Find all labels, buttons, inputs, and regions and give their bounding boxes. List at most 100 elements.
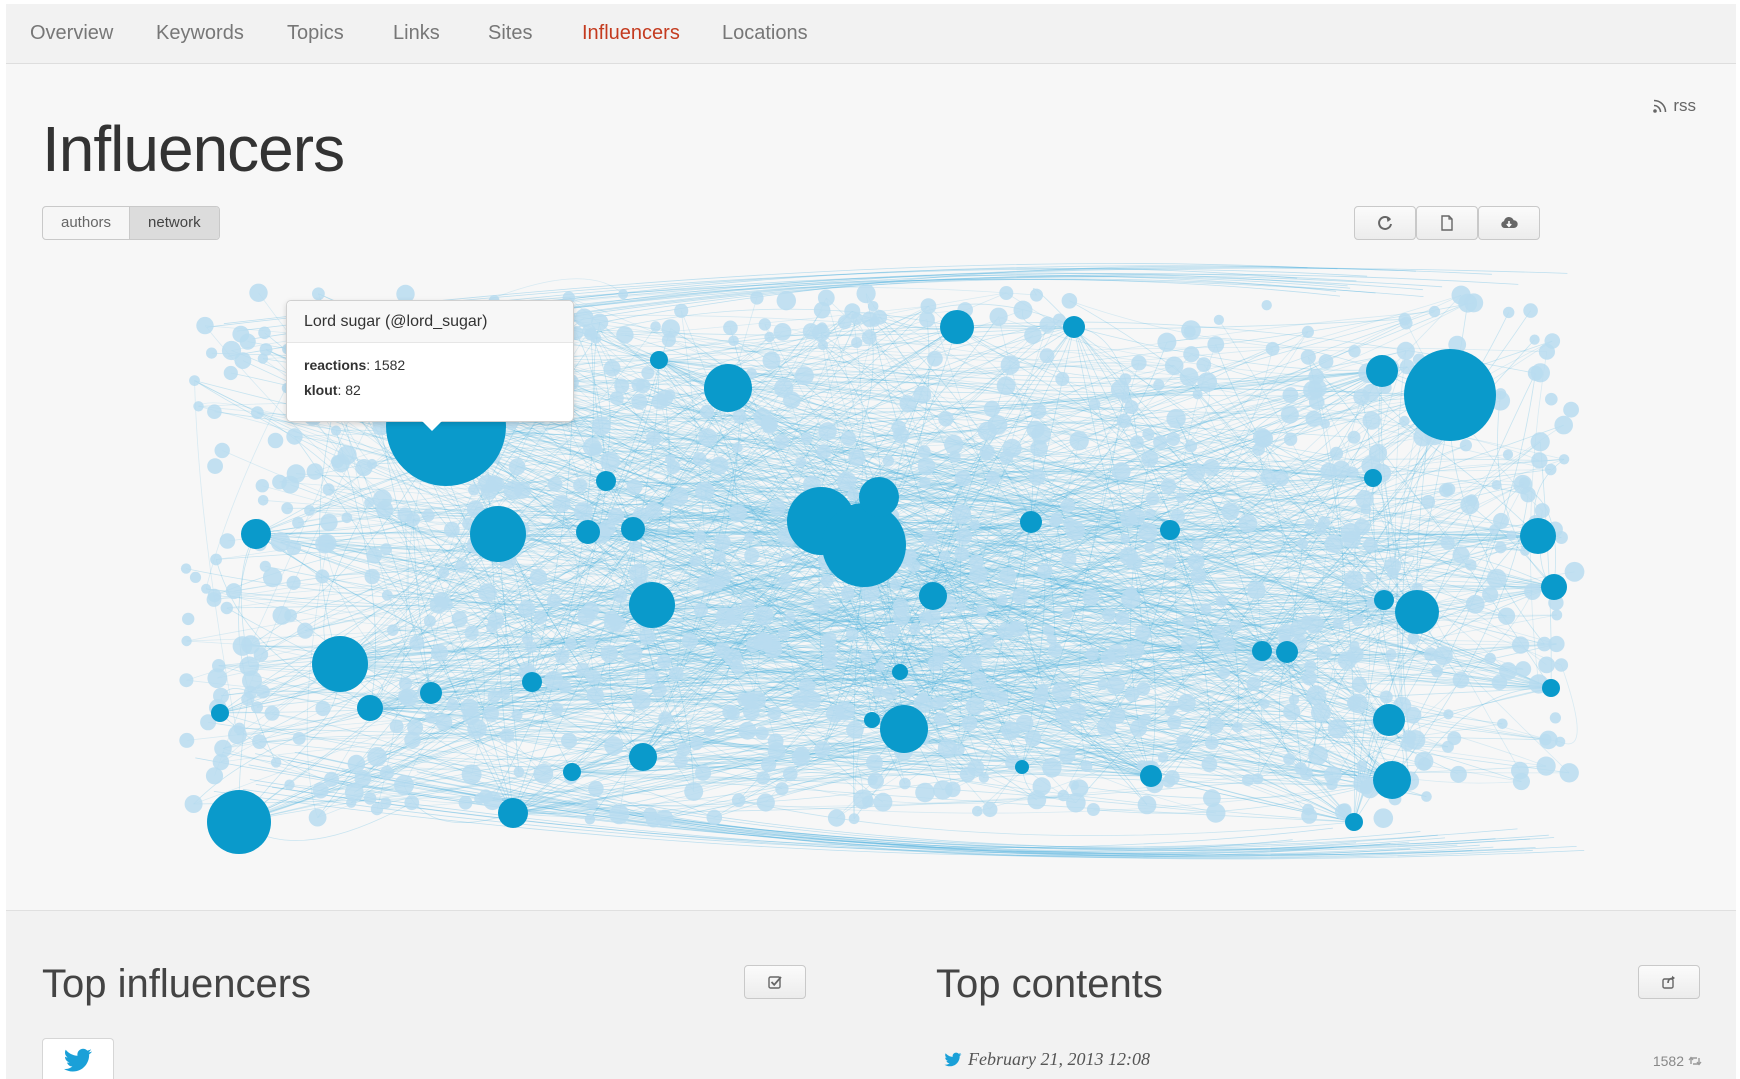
graph-node-minor[interactable] (768, 706, 782, 720)
graph-node-minor[interactable] (1316, 645, 1332, 660)
graph-node-minor[interactable] (909, 623, 921, 635)
graph-node-influencer[interactable] (919, 582, 947, 610)
graph-node-minor[interactable] (586, 686, 604, 704)
graph-node-influencer[interactable] (1374, 590, 1394, 610)
graph-node-minor[interactable] (586, 669, 601, 685)
graph-node-minor[interactable] (1211, 625, 1226, 640)
graph-node-minor[interactable] (1252, 773, 1264, 785)
graph-node-minor[interactable] (389, 719, 404, 734)
graph-node-minor[interactable] (1086, 803, 1100, 816)
graph-node-minor[interactable] (1028, 468, 1046, 486)
graph-node-minor[interactable] (582, 437, 602, 457)
graph-node-minor[interactable] (1502, 449, 1514, 460)
graph-node-minor[interactable] (1116, 413, 1132, 429)
graph-node-minor[interactable] (939, 550, 951, 562)
graph-node-minor[interactable] (1012, 587, 1029, 605)
graph-node-minor[interactable] (451, 611, 468, 628)
graph-node-minor[interactable] (1137, 795, 1157, 815)
graph-node-minor[interactable] (1032, 688, 1050, 705)
graph-node-minor[interactable] (723, 320, 738, 336)
graph-node-minor[interactable] (1247, 581, 1266, 599)
graph-node-influencer[interactable] (892, 664, 908, 680)
graph-node-minor[interactable] (1206, 803, 1226, 823)
graph-node-influencer[interactable] (357, 695, 383, 721)
graph-node-minor[interactable] (976, 605, 988, 617)
graph-node-influencer[interactable] (621, 517, 645, 541)
graph-node-minor[interactable] (1360, 503, 1372, 515)
graph-node-minor[interactable] (281, 475, 300, 494)
graph-node-minor[interactable] (604, 736, 624, 756)
graph-node-minor[interactable] (1181, 636, 1198, 653)
graph-node-minor[interactable] (875, 662, 886, 672)
graph-node-minor[interactable] (1559, 763, 1579, 783)
graph-node-minor[interactable] (1229, 619, 1242, 632)
graph-node-minor[interactable] (1000, 355, 1020, 375)
graph-node-minor[interactable] (1524, 583, 1541, 600)
graph-node-minor[interactable] (609, 804, 630, 825)
graph-node-minor[interactable] (1055, 372, 1070, 387)
graph-node-minor[interactable] (1128, 508, 1146, 526)
graph-node-minor[interactable] (673, 753, 688, 768)
graph-node-minor[interactable] (1135, 625, 1151, 642)
graph-node-minor[interactable] (1119, 373, 1132, 385)
graph-node-minor[interactable] (613, 589, 628, 603)
graph-node-minor[interactable] (644, 669, 659, 684)
nav-item-overview[interactable]: Overview (30, 22, 113, 45)
graph-node-minor[interactable] (1181, 320, 1201, 340)
graph-node-influencer[interactable] (629, 743, 657, 771)
graph-node-minor[interactable] (753, 408, 772, 427)
graph-node-minor[interactable] (899, 777, 911, 790)
graph-node-minor[interactable] (1332, 460, 1351, 479)
graph-node-minor[interactable] (755, 726, 769, 740)
graph-node-minor[interactable] (407, 719, 424, 736)
graph-node-minor[interactable] (607, 507, 625, 525)
refresh-button[interactable] (1354, 206, 1416, 240)
graph-node-minor[interactable] (1037, 563, 1053, 579)
graph-node-minor[interactable] (1246, 676, 1261, 691)
graph-node-minor[interactable] (775, 782, 789, 796)
graph-node-minor[interactable] (423, 615, 436, 628)
graph-node-minor[interactable] (861, 311, 878, 328)
graph-node-minor[interactable] (1232, 722, 1243, 733)
graph-node-minor[interactable] (917, 457, 936, 476)
graph-node-minor[interactable] (814, 741, 831, 758)
graph-node-minor[interactable] (1157, 752, 1169, 763)
graph-node-minor[interactable] (626, 479, 643, 495)
graph-node-minor[interactable] (1061, 293, 1078, 309)
graph-node-minor[interactable] (1554, 531, 1568, 544)
graph-node-minor[interactable] (658, 711, 673, 726)
graph-node-minor[interactable] (257, 495, 269, 506)
graph-node-minor[interactable] (641, 366, 655, 380)
graph-node-minor[interactable] (1085, 647, 1099, 661)
graph-node-minor[interactable] (785, 612, 796, 623)
graph-node-minor[interactable] (1499, 662, 1518, 681)
graph-node-minor[interactable] (233, 722, 246, 735)
graph-node-minor[interactable] (1417, 757, 1431, 771)
graph-node-minor[interactable] (1320, 418, 1330, 429)
graph-node-minor[interactable] (934, 712, 948, 726)
export-document-button[interactable] (1416, 206, 1478, 240)
graph-node-minor[interactable] (769, 499, 786, 516)
graph-node-minor[interactable] (1460, 495, 1480, 515)
graph-node-minor[interactable] (508, 458, 526, 476)
graph-node-minor[interactable] (724, 648, 742, 667)
graph-node-minor[interactable] (722, 704, 738, 720)
graph-node-minor[interactable] (438, 567, 450, 579)
graph-node-minor[interactable] (1337, 651, 1357, 670)
graph-node-minor[interactable] (1061, 607, 1073, 619)
graph-node-minor[interactable] (366, 458, 378, 470)
graph-node-minor[interactable] (1061, 551, 1077, 567)
graph-node-minor[interactable] (776, 291, 796, 311)
graph-node-minor[interactable] (1564, 561, 1585, 582)
graph-node-influencer[interactable] (1373, 704, 1405, 736)
graph-node-minor[interactable] (1207, 336, 1225, 353)
view-option-authors[interactable]: authors (43, 207, 129, 239)
graph-node-minor[interactable] (1057, 789, 1069, 802)
graph-node-minor[interactable] (713, 550, 726, 563)
graph-node-minor[interactable] (616, 326, 634, 344)
graph-node-minor[interactable] (791, 748, 810, 767)
graph-node-minor[interactable] (324, 771, 339, 787)
graph-node-minor[interactable] (1206, 716, 1224, 734)
graph-node-minor[interactable] (944, 434, 964, 455)
graph-node-minor[interactable] (1265, 341, 1280, 356)
